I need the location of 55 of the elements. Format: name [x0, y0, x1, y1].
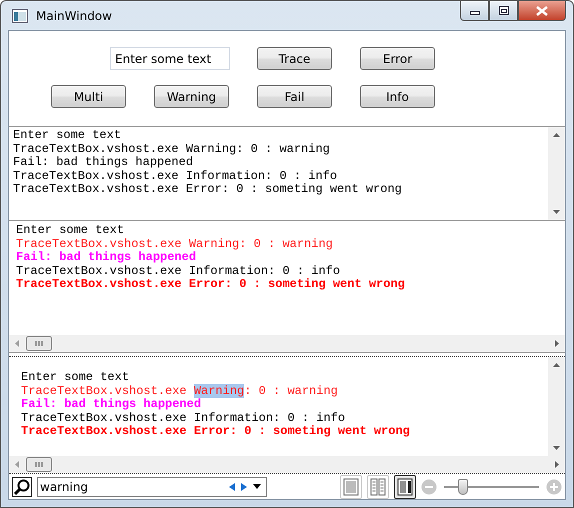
text-input[interactable]: Enter some text	[110, 47, 230, 70]
search-field[interactable]: warning	[37, 476, 267, 496]
page-icon	[397, 478, 413, 496]
scroll-down-arrow-icon[interactable]	[553, 210, 560, 214]
log-line: TraceTextBox.vshost.exe Error: 0 : someting went wrong	[16, 278, 406, 292]
scroll-up-arrow-icon[interactable]	[553, 133, 560, 137]
log-line: Fail: bad things happened	[21, 398, 202, 412]
maximize-button[interactable]	[489, 1, 518, 21]
minimize-button[interactable]	[460, 1, 489, 21]
window-title: MainWindow	[36, 8, 113, 22]
search-highlight: Warning	[194, 384, 244, 398]
log-line: TraceTextBox.vshost.exe Warning: 0 : warning	[21, 384, 339, 398]
scroll-thumb[interactable]	[26, 457, 52, 472]
scroll-view-button[interactable]	[394, 474, 416, 498]
action-button[interactable]: Warning	[154, 85, 229, 108]
action-button[interactable]: Trace	[257, 47, 332, 70]
scroll-right-arrow-icon[interactable]	[555, 340, 559, 347]
single-page-view-button[interactable]	[340, 474, 362, 498]
log-line: TraceTextBox.vshost.exe Information: 0 : info	[16, 264, 342, 278]
page-icon	[370, 478, 386, 496]
scroll-up-arrow-icon[interactable]	[553, 363, 560, 367]
app-icon	[12, 8, 28, 22]
log-line: TraceTextBox.vshost.exe Warning: 0 : warning	[16, 238, 334, 251]
action-button[interactable]: Error	[360, 47, 435, 70]
log-line: Enter some text	[16, 224, 126, 238]
horizontal-scrollbar[interactable]	[9, 335, 565, 352]
log-line: TraceTextBox.vshost.exe Warning: 0 : warning	[13, 142, 331, 156]
close-button[interactable]	[518, 1, 566, 21]
log-line: Fail: bad things happened	[16, 251, 198, 264]
log-line: TraceTextBox.vshost.exe Error: 0 : someting went wrong	[21, 425, 411, 438]
vertical-scrollbar[interactable]	[548, 357, 565, 456]
scroll-thumb[interactable]	[26, 336, 52, 351]
vertical-scrollbar[interactable]	[548, 127, 565, 220]
horizontal-scrollbar[interactable]	[9, 456, 565, 473]
log-line: TraceTextBox.vshost.exe Information: 0 : info	[21, 412, 346, 425]
next-arrow-icon[interactable]	[241, 482, 247, 490]
log-line: Fail: bad things happened	[13, 156, 194, 170]
slider-thumb[interactable]	[458, 478, 468, 494]
dropdown-caret-icon[interactable]	[253, 484, 261, 489]
previous-arrow-icon[interactable]	[229, 482, 235, 490]
log-line: Enter some text	[21, 371, 130, 384]
search-icon	[14, 478, 30, 494]
action-button[interactable]: Multi	[51, 85, 126, 108]
find-button[interactable]	[12, 476, 32, 496]
action-button[interactable]: Fail	[257, 85, 332, 108]
maximize-icon	[498, 6, 508, 15]
log-line: TraceTextBox.vshost.exe Error: 0 : someting went wrong	[13, 183, 403, 196]
scroll-down-arrow-icon[interactable]	[553, 446, 560, 450]
action-button[interactable]: Info	[360, 85, 435, 108]
scroll-right-arrow-icon[interactable]	[555, 461, 559, 468]
two-page-view-button[interactable]	[367, 474, 389, 498]
log-line: Enter some text	[13, 129, 122, 142]
close-icon	[536, 6, 548, 16]
page-icon	[343, 478, 359, 496]
log-line: TraceTextBox.vshost.exe Information: 0 : info	[13, 170, 338, 183]
